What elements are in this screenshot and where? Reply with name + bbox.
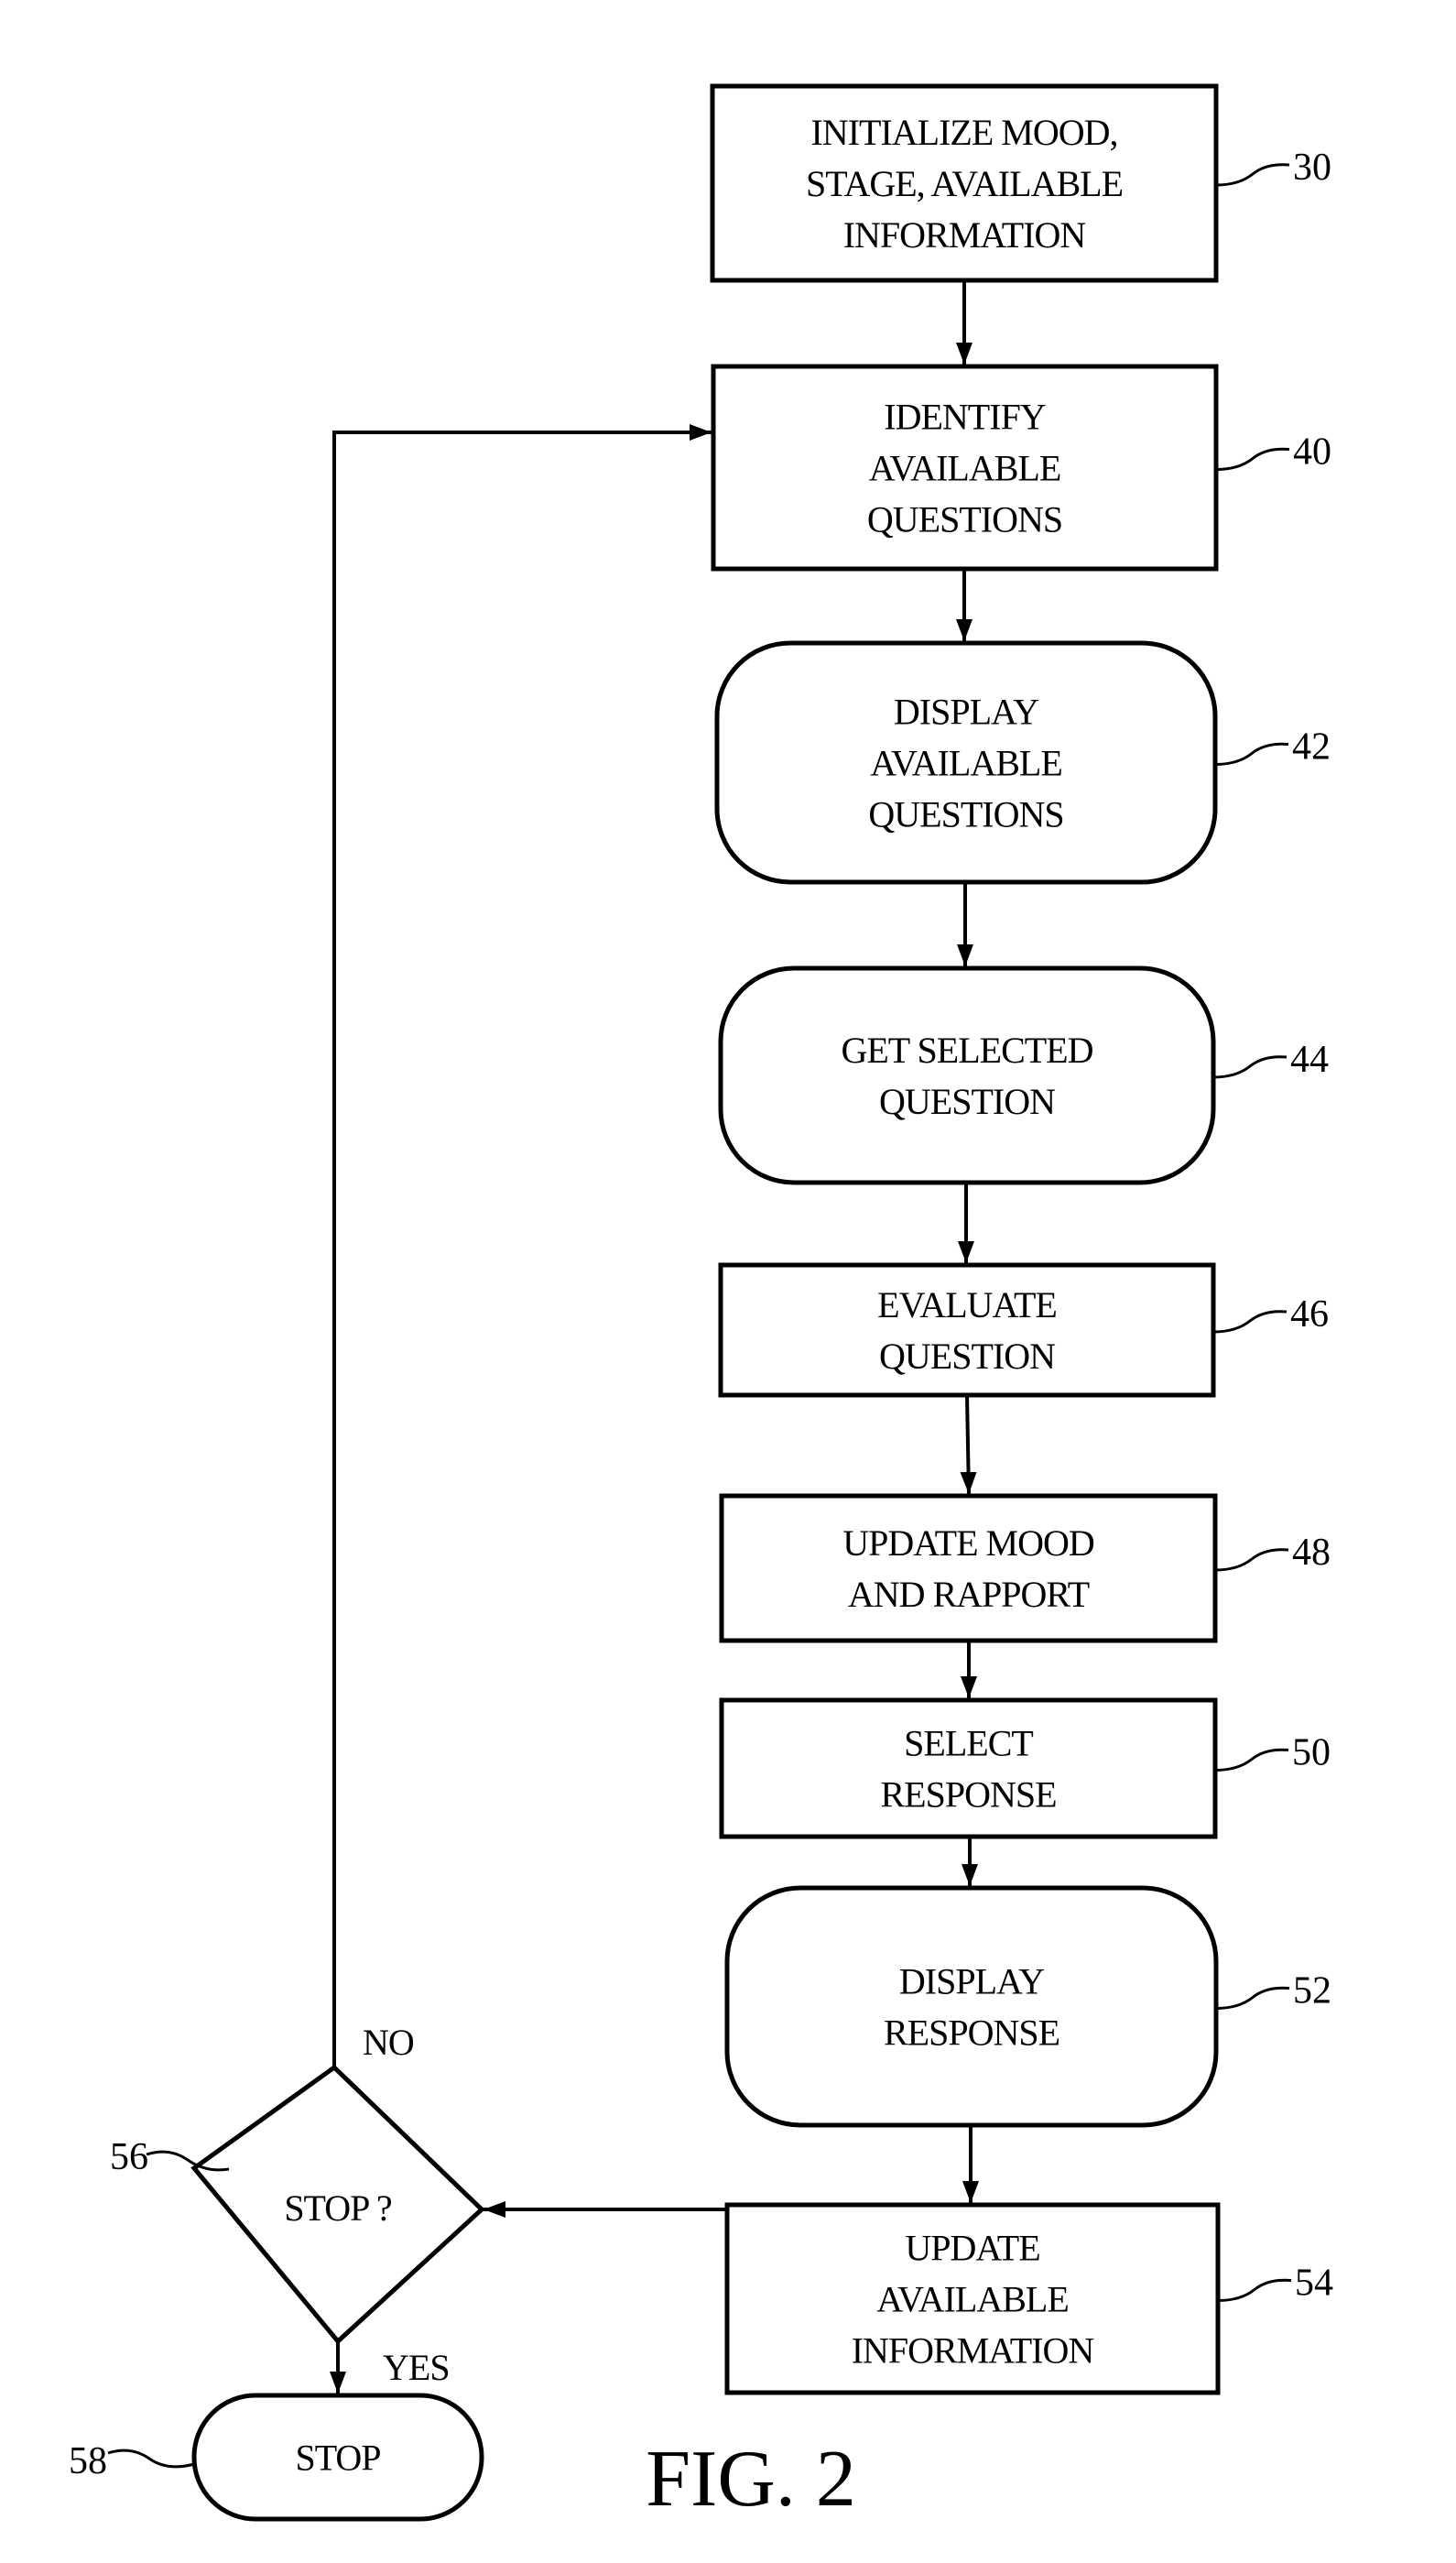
node-label-line: QUESTIONS [868,794,1063,835]
leader-line [1212,1055,1288,1079]
node-40: IDENTIFY AVAILABLE QUESTIONS 40 [711,364,1331,572]
process-box [719,1493,1218,1643]
node-30: INITIALIZE MOOD, STAGE, AVAILABLE INFORMAT… [710,83,1331,283]
node-label-line: RESPONSE [884,2012,1059,2054]
figure-caption: FIG. 2 [646,2435,856,2524]
process-box [719,1697,1218,1839]
reference-numeral: 40 [1293,431,1331,474]
reference-numeral: 30 [1293,147,1331,189]
nodes: INITIALIZE MOOD, STAGE, AVAILABLE INFORMAT… [69,83,1333,2522]
flowchart: INITIALIZE MOOD, STAGE, AVAILABLE INFORMAT… [69,83,1333,2524]
edge-46-48 [960,1394,977,1495]
node-label-line: UPDATE MOOD [842,1522,1094,1564]
reference-numeral: 50 [1292,1732,1331,1774]
io-box [724,1885,1219,2128]
leader-line [1215,1986,1290,2010]
reference-numeral: 48 [1292,1532,1331,1574]
node-label-line: STAGE, AVAILABLE [806,163,1123,204]
node-label-line: DISPLAY [899,1961,1044,2002]
node-label-line: STOP [295,2438,380,2479]
node-50: SELECT RESPONSE 50 [719,1697,1331,1839]
leader-line [1215,447,1290,471]
node-52: DISPLAY RESPONSE 52 [724,1885,1331,2128]
branch-label-yes: YES [383,2347,450,2388]
node-46: EVALUATE QUESTION 46 [718,1262,1329,1398]
node-56: STOP ? 56 [110,2064,485,2345]
node-label-line: DISPLAY [894,692,1038,733]
node-label-line: AVAILABLE [876,2279,1069,2320]
node-48: UPDATE MOOD AND RAPPORT 48 [719,1493,1331,1643]
edge-56-40-loop [332,424,712,2067]
node-label-line: IDENTIFY [884,397,1046,438]
node-42: DISPLAY AVAILABLE QUESTIONS 42 [714,640,1331,885]
leader-line [107,2448,195,2469]
node-label-line: AVAILABLE [869,448,1061,489]
reference-numeral: 46 [1290,1293,1329,1336]
node-label-line: RESPONSE [880,1774,1056,1816]
node-label-line: EVALUATE [877,1284,1057,1325]
reference-numeral: 58 [69,2440,107,2482]
node-label-line: INFORMATION [843,214,1086,256]
node-label-line: AVAILABLE [870,743,1062,784]
node-label-line: QUESTION [879,1081,1055,1122]
node-label-line: SELECT [904,1723,1033,1764]
node-44: GET SELECTED QUESTION 44 [718,965,1329,1185]
leader-line [1214,1748,1289,1772]
node-58: STOP 58 [69,2393,484,2522]
leader-line [1214,742,1289,766]
node-label-line: AND RAPPORT [848,1574,1090,1615]
node-label-line: STOP ? [284,2187,392,2229]
reference-numeral: 52 [1293,1970,1331,2012]
leader-line [1214,1548,1289,1572]
node-label-line: UPDATE [905,2228,1039,2269]
node-label-line: QUESTIONS [867,499,1062,540]
node-label-line: INFORMATION [852,2330,1094,2372]
leader-line [1215,163,1290,187]
reference-numeral: 54 [1295,2263,1333,2305]
reference-numeral: 44 [1290,1039,1329,1081]
leader-line [1217,2278,1292,2302]
io-box [718,965,1216,1185]
leader-line [1212,1310,1288,1334]
branch-label-no: NO [363,2022,414,2063]
node-label-line: GET SELECTED [841,1030,1092,1071]
reference-numeral: 42 [1292,726,1331,769]
node-label-line: INITIALIZE MOOD, [810,112,1117,153]
node-label-line: QUESTION [879,1336,1055,1377]
reference-numeral: 56 [110,2136,148,2178]
node-54: UPDATE AVAILABLE INFORMATION 54 [724,2202,1333,2395]
